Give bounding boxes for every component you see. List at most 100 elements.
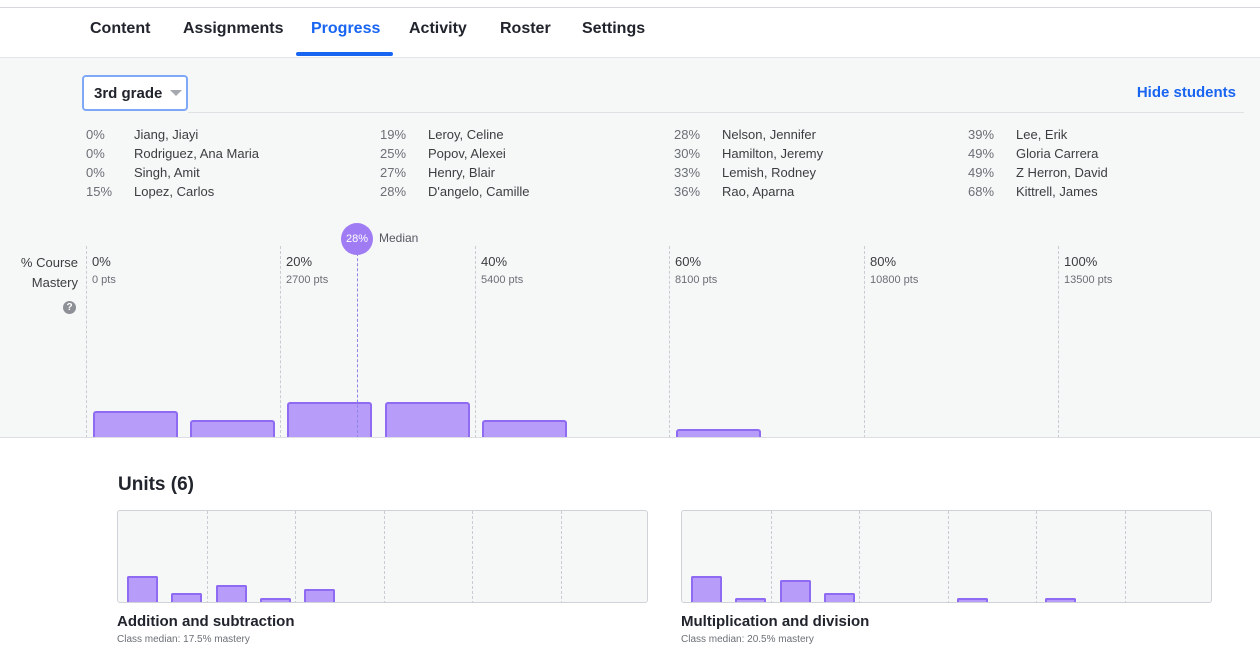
student-name: Leroy, Celine: [428, 127, 504, 142]
unit-histogram-bar: [304, 589, 335, 602]
grade-select-value: 3rd grade: [94, 84, 163, 102]
unit-gridline: [948, 511, 949, 602]
student-mastery-percent: 33%: [674, 165, 701, 180]
student-mastery-percent: 0%: [86, 165, 105, 180]
gridline: [864, 246, 865, 437]
gridline: [1058, 246, 1059, 437]
unit-card-addition[interactable]: [117, 510, 648, 603]
student-name: Gloria Carrera: [1016, 146, 1099, 161]
student-name: D'angelo, Camille: [428, 184, 530, 199]
unit-gridline: [1125, 511, 1126, 602]
student-mastery-percent: 25%: [380, 146, 407, 161]
mastery-axis-label-line2: Mastery: [31, 275, 78, 290]
unit-gridline: [472, 511, 473, 602]
gridline: [86, 246, 87, 437]
unit-histogram-bar: [957, 598, 988, 602]
tab-settings[interactable]: Settings: [582, 20, 645, 38]
histogram-bar[interactable]: [482, 420, 567, 437]
student-name: Lemish, Rodney: [722, 165, 816, 180]
student-mastery-percent: 0%: [86, 146, 105, 161]
mastery-column-points: 13500 pts: [1064, 274, 1113, 286]
divider: [188, 112, 1244, 113]
histogram-bar[interactable]: [93, 411, 178, 437]
unit-histogram-bar: [824, 593, 855, 602]
unit-card-multiplication[interactable]: [681, 510, 1212, 603]
progress-panel: 3rd grade Hide students 0% Jiang, Jiayi 0%…: [0, 58, 1260, 438]
student-name: Z Herron, David: [1016, 165, 1108, 180]
hide-students-link[interactable]: Hide students: [1137, 84, 1236, 101]
student-mastery-percent: 30%: [674, 146, 701, 161]
student-mastery-percent: 39%: [968, 127, 995, 142]
unit-histogram-bar: [735, 598, 766, 602]
help-icon[interactable]: ?: [63, 301, 76, 314]
unit-gridline: [207, 511, 208, 602]
mastery-column-label: 20%: [286, 254, 313, 269]
unit-median: Class median: 17.5% mastery: [117, 634, 250, 645]
gridline: [669, 246, 670, 437]
unit-gridline: [771, 511, 772, 602]
unit-histogram-bar: [127, 576, 158, 602]
student-name: Henry, Blair: [428, 165, 495, 180]
student-mastery-percent: 49%: [968, 146, 995, 161]
unit-gridline: [561, 511, 562, 602]
student-name: Nelson, Jennifer: [722, 127, 816, 142]
tab-bar: Content Assignments Progress Activity Ro…: [0, 8, 1260, 58]
mastery-column-label: 60%: [675, 254, 702, 269]
student-name: Jiang, Jiayi: [134, 127, 199, 142]
unit-histogram-bar: [1045, 598, 1076, 602]
unit-gridline: [1036, 511, 1037, 602]
mastery-column-label: 80%: [870, 254, 897, 269]
tab-progress[interactable]: Progress: [311, 20, 380, 38]
student-name: Popov, Alexei: [428, 146, 506, 161]
student-name: Rao, Aparna: [722, 184, 795, 199]
mastery-column-points: 8100 pts: [675, 274, 718, 286]
tab-assignments[interactable]: Assignments: [183, 20, 283, 38]
unit-name[interactable]: Addition and subtraction: [117, 613, 295, 630]
student-name: Singh, Amit: [134, 165, 200, 180]
median-label: Median: [379, 231, 419, 245]
student-name: Kittrell, James: [1016, 184, 1098, 199]
mastery-column-label: 40%: [481, 254, 508, 269]
mastery-axis-label: % Course Mastery: [0, 253, 78, 293]
units-title: Units (6): [118, 474, 194, 495]
active-tab-indicator: [296, 52, 393, 56]
mastery-column-points: 0 pts: [92, 274, 116, 286]
unit-gridline: [295, 511, 296, 602]
chevron-down-icon: [170, 90, 183, 96]
student-mastery-percent: 28%: [674, 127, 701, 142]
mastery-column-points: 10800 pts: [870, 274, 919, 286]
mastery-column-points: 5400 pts: [481, 274, 524, 286]
unit-histogram-bar: [691, 576, 722, 602]
student-mastery-percent: 68%: [968, 184, 995, 199]
mastery-axis-label-line1: % Course: [20, 255, 78, 270]
grade-select[interactable]: 3rd grade: [82, 75, 188, 111]
unit-median: Class median: 20.5% mastery: [681, 634, 814, 645]
unit-histogram-bar: [260, 598, 291, 602]
unit-gridline: [859, 511, 860, 602]
tab-roster[interactable]: Roster: [500, 20, 551, 38]
tab-content[interactable]: Content: [90, 20, 150, 38]
student-mastery-percent: 27%: [380, 165, 407, 180]
mastery-column-label: 100%: [1064, 254, 1098, 269]
unit-histogram-bar: [780, 580, 811, 602]
unit-histogram-bar: [216, 585, 247, 602]
mastery-column-points: 2700 pts: [286, 274, 329, 286]
unit-name[interactable]: Multiplication and division: [681, 613, 869, 630]
unit-histogram-bar: [171, 593, 202, 602]
tab-activity[interactable]: Activity: [409, 20, 467, 38]
median-line: [357, 238, 358, 437]
student-mastery-percent: 36%: [674, 184, 701, 199]
student-name: Lopez, Carlos: [134, 184, 215, 199]
histogram-bar[interactable]: [676, 429, 761, 437]
unit-gridline: [384, 511, 385, 602]
median-badge: 28%: [341, 223, 373, 255]
histogram-bar[interactable]: [287, 402, 372, 437]
student-name: Rodriguez, Ana Maria: [134, 146, 260, 161]
student-name: Lee, Erik: [1016, 127, 1068, 142]
student-name: Hamilton, Jeremy: [722, 146, 824, 161]
mastery-column-label: 0%: [92, 254, 111, 269]
histogram-bar[interactable]: [385, 402, 470, 437]
student-mastery-percent: 28%: [380, 184, 407, 199]
histogram-bar[interactable]: [190, 420, 275, 437]
gridline: [280, 246, 281, 437]
